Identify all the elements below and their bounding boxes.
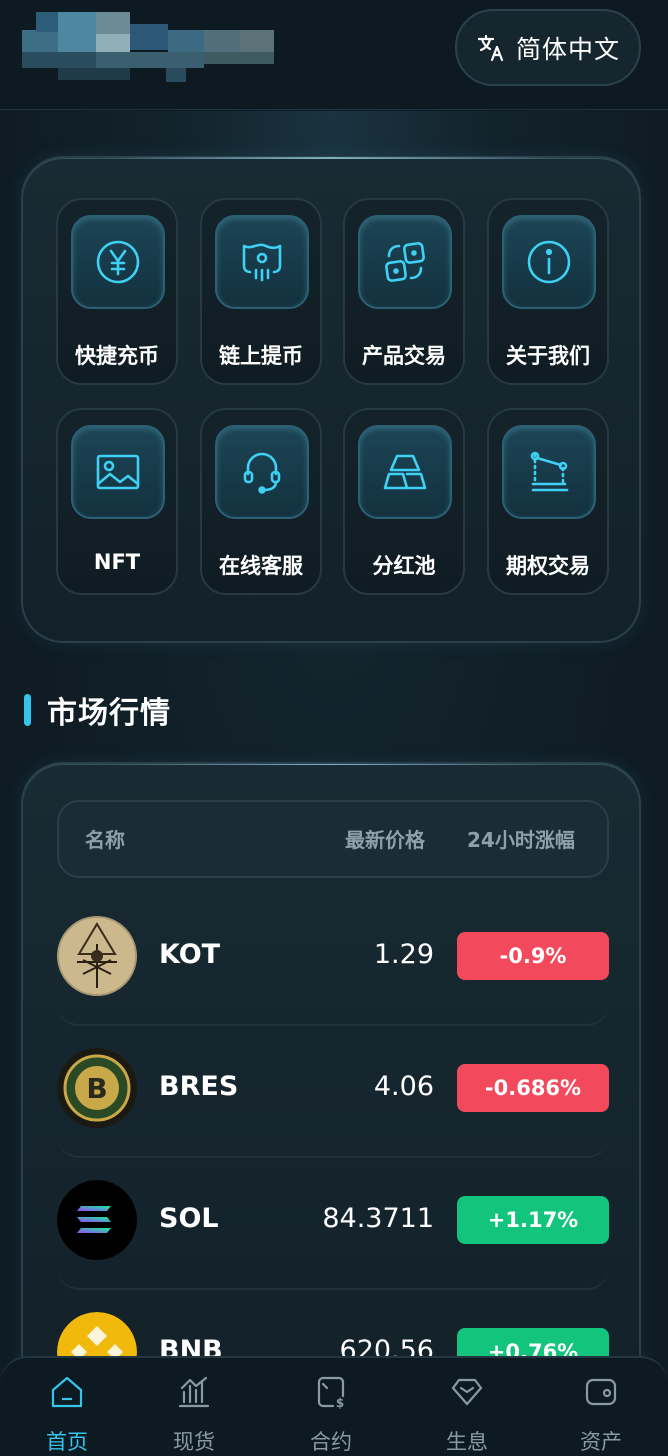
menu-item-onchain-withdraw[interactable]: 链上提币 — [200, 198, 322, 385]
menu-item-quick-deposit[interactable]: 快捷充币 — [56, 198, 178, 385]
coin-price: 1.29 — [373, 939, 434, 970]
menu-label: 链上提币 — [219, 344, 303, 368]
nav-item-spot[interactable]: 现货 — [127, 1358, 261, 1456]
yen-coin-icon — [96, 240, 140, 284]
menu-label: 期权交易 — [506, 554, 590, 578]
menu-label: 产品交易 — [362, 344, 446, 368]
panel-highlight — [103, 157, 559, 159]
nav-label: 首页 — [46, 1430, 88, 1454]
menu-icon-box — [71, 215, 165, 309]
menu-label: 在线客服 — [219, 554, 303, 578]
nav-label: 现货 — [173, 1430, 215, 1454]
language-label: 简体中文 — [515, 34, 620, 64]
menu-icon-box — [358, 215, 452, 309]
menu-item-online-support[interactable]: 在线客服 — [200, 408, 322, 595]
market-panel: 名称 最新价格 24小时涨幅 KOT 1.29 -0.9% B BRES 4.0… — [21, 762, 641, 1402]
wallet-icon — [585, 1378, 617, 1406]
nav-label: 资产 — [580, 1430, 622, 1454]
menu-item-dividend-pool[interactable]: 分红池 — [343, 408, 465, 595]
nav-item-contract[interactable]: $ 合约 — [264, 1358, 398, 1456]
svg-text:$: $ — [336, 1396, 344, 1410]
sol-coin-icon — [57, 1180, 137, 1260]
market-row-kot[interactable]: KOT 1.29 -0.9% — [57, 894, 609, 1026]
nav-label: 合约 — [310, 1430, 352, 1454]
menu-item-nft[interactable]: NFT — [56, 408, 178, 595]
menu-label: NFT — [93, 550, 141, 574]
menu-label: 快捷充币 — [75, 344, 159, 368]
quick-menu-panel: 快捷充币 链上提币 产品交易 关于我们 NFT 在线客服 分红池 期权交易 — [21, 156, 641, 643]
nav-item-interest[interactable]: 生息 — [400, 1358, 534, 1456]
spot-chart-icon — [178, 1376, 210, 1408]
chart-line-icon — [530, 451, 569, 492]
svg-text:B: B — [86, 1072, 107, 1105]
coin-price: 4.06 — [373, 1071, 434, 1102]
coin-price: 84.3711 — [322, 1203, 434, 1234]
menu-icon-box — [358, 425, 452, 519]
menu-icon-box — [502, 425, 596, 519]
menu-item-product-trade[interactable]: 产品交易 — [343, 198, 465, 385]
column-change: 24小时涨幅 — [467, 828, 575, 852]
contract-doc-icon: $ — [317, 1376, 344, 1410]
market-section-title: 市场行情 — [24, 690, 171, 731]
home-icon — [51, 1376, 83, 1408]
menu-label: 关于我们 — [506, 344, 590, 368]
menu-item-options-trade[interactable]: 期权交易 — [487, 408, 609, 595]
column-name: 名称 — [85, 828, 125, 852]
coin-symbol: SOL — [159, 1203, 219, 1234]
coin-change-badge: +1.17% — [457, 1196, 609, 1244]
menu-label: 分红池 — [372, 554, 436, 578]
market-row-sol[interactable]: SOL 84.3711 +1.17% — [57, 1158, 609, 1290]
headset-icon — [243, 452, 281, 494]
menu-icon-box — [215, 215, 309, 309]
nav-label: 生息 — [446, 1430, 488, 1454]
bottom-nav: 首页 现货 $ 合约 生息 资产 — [0, 1356, 668, 1456]
gold-bars-icon — [383, 454, 427, 490]
menu-icon-box — [502, 215, 596, 309]
nav-item-home[interactable]: 首页 — [0, 1358, 134, 1456]
menu-icon-box — [215, 425, 309, 519]
nav-item-assets[interactable]: 资产 — [534, 1358, 668, 1456]
language-switch-button[interactable]: 简体中文 — [455, 9, 641, 86]
withdraw-wallet-icon — [242, 243, 282, 282]
menu-icon-box — [71, 425, 165, 519]
coin-symbol: KOT — [159, 939, 221, 970]
diamond-icon — [451, 1378, 483, 1406]
coin-change-badge: -0.686% — [457, 1064, 609, 1112]
column-price: 最新价格 — [345, 828, 425, 852]
coin-change-badge: -0.9% — [457, 932, 609, 980]
bres-coin-icon: B — [57, 1048, 137, 1128]
menu-item-about-us[interactable]: 关于我们 — [487, 198, 609, 385]
panel-highlight — [103, 764, 559, 765]
market-row-bres[interactable]: B BRES 4.06 -0.686% — [57, 1026, 609, 1158]
market-table-header: 名称 最新价格 24小时涨幅 — [57, 800, 609, 878]
swap-exchange-icon — [385, 242, 425, 282]
top-bar: 简体中文 — [0, 0, 668, 110]
image-icon — [96, 454, 140, 490]
info-icon — [527, 240, 571, 284]
app-logo[interactable] — [22, 12, 274, 82]
title-accent-bar — [24, 694, 31, 726]
coin-symbol: BRES — [159, 1071, 239, 1102]
kot-coin-icon — [57, 916, 137, 996]
translate-icon — [477, 34, 504, 61]
market-title: 市场行情 — [47, 696, 171, 731]
